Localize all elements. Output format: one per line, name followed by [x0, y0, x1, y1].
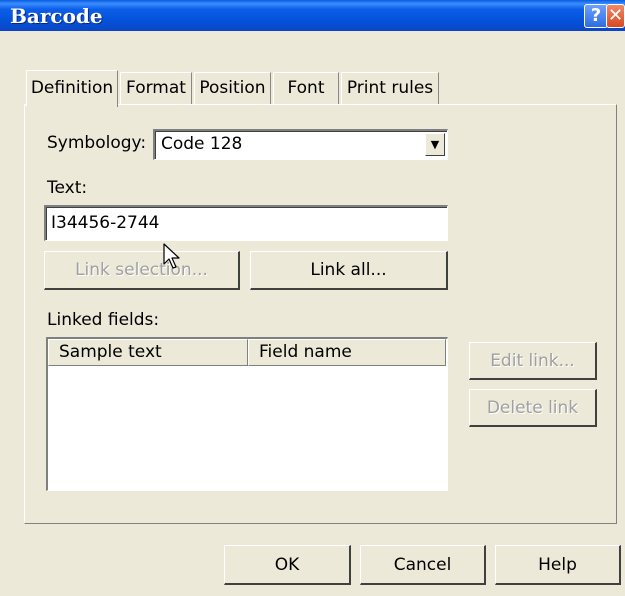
edit-link-button[interactable]: Edit link...	[469, 342, 597, 380]
text-input[interactable]	[49, 210, 436, 236]
tab-format[interactable]: Format	[120, 72, 192, 104]
text-label: Text:	[47, 178, 88, 198]
delete-link-button[interactable]: Delete link	[469, 389, 597, 427]
mouse-pointer-icon	[163, 243, 180, 269]
tab-label: Font	[287, 78, 325, 98]
window-title: Barcode	[10, 4, 103, 28]
text-field-frame	[44, 205, 448, 241]
cancel-button[interactable]: Cancel	[360, 545, 486, 585]
symbology-select[interactable]: Code 128 ▼	[153, 129, 448, 160]
symbology-value: Code 128	[161, 134, 243, 154]
link-selection-button[interactable]: Link selection...	[44, 251, 240, 290]
linked-fields-list[interactable]: Sample text Field name	[46, 337, 448, 491]
tab-label: Definition	[30, 78, 114, 98]
help-title-button[interactable]: ?	[584, 4, 608, 28]
column-header-field-name[interactable]: Field name	[248, 339, 446, 366]
ok-button[interactable]: OK	[224, 545, 351, 585]
close-icon: ✕	[607, 5, 624, 26]
column-header-sample-text[interactable]: Sample text	[48, 339, 248, 366]
link-all-button[interactable]: Link all...	[250, 251, 448, 290]
tab-label: Format	[126, 78, 186, 98]
tab-label: Print rules	[346, 78, 434, 98]
close-button[interactable]: ✕	[606, 4, 625, 28]
linked-fields-label: Linked fields:	[47, 310, 160, 330]
help-button[interactable]: Help	[495, 545, 621, 585]
help-icon: ?	[590, 5, 602, 26]
tab-label: Position	[199, 78, 266, 98]
tab-definition[interactable]: Definition	[26, 70, 118, 107]
title-bar[interactable]: Barcode ? ✕	[0, 0, 625, 31]
chevron-down-icon[interactable]: ▼	[425, 133, 445, 156]
tab-print-rules[interactable]: Print rules	[341, 72, 439, 104]
symbology-label: Symbology:	[47, 133, 147, 153]
tab-font[interactable]: Font	[273, 72, 339, 104]
tab-position[interactable]: Position	[194, 72, 271, 104]
